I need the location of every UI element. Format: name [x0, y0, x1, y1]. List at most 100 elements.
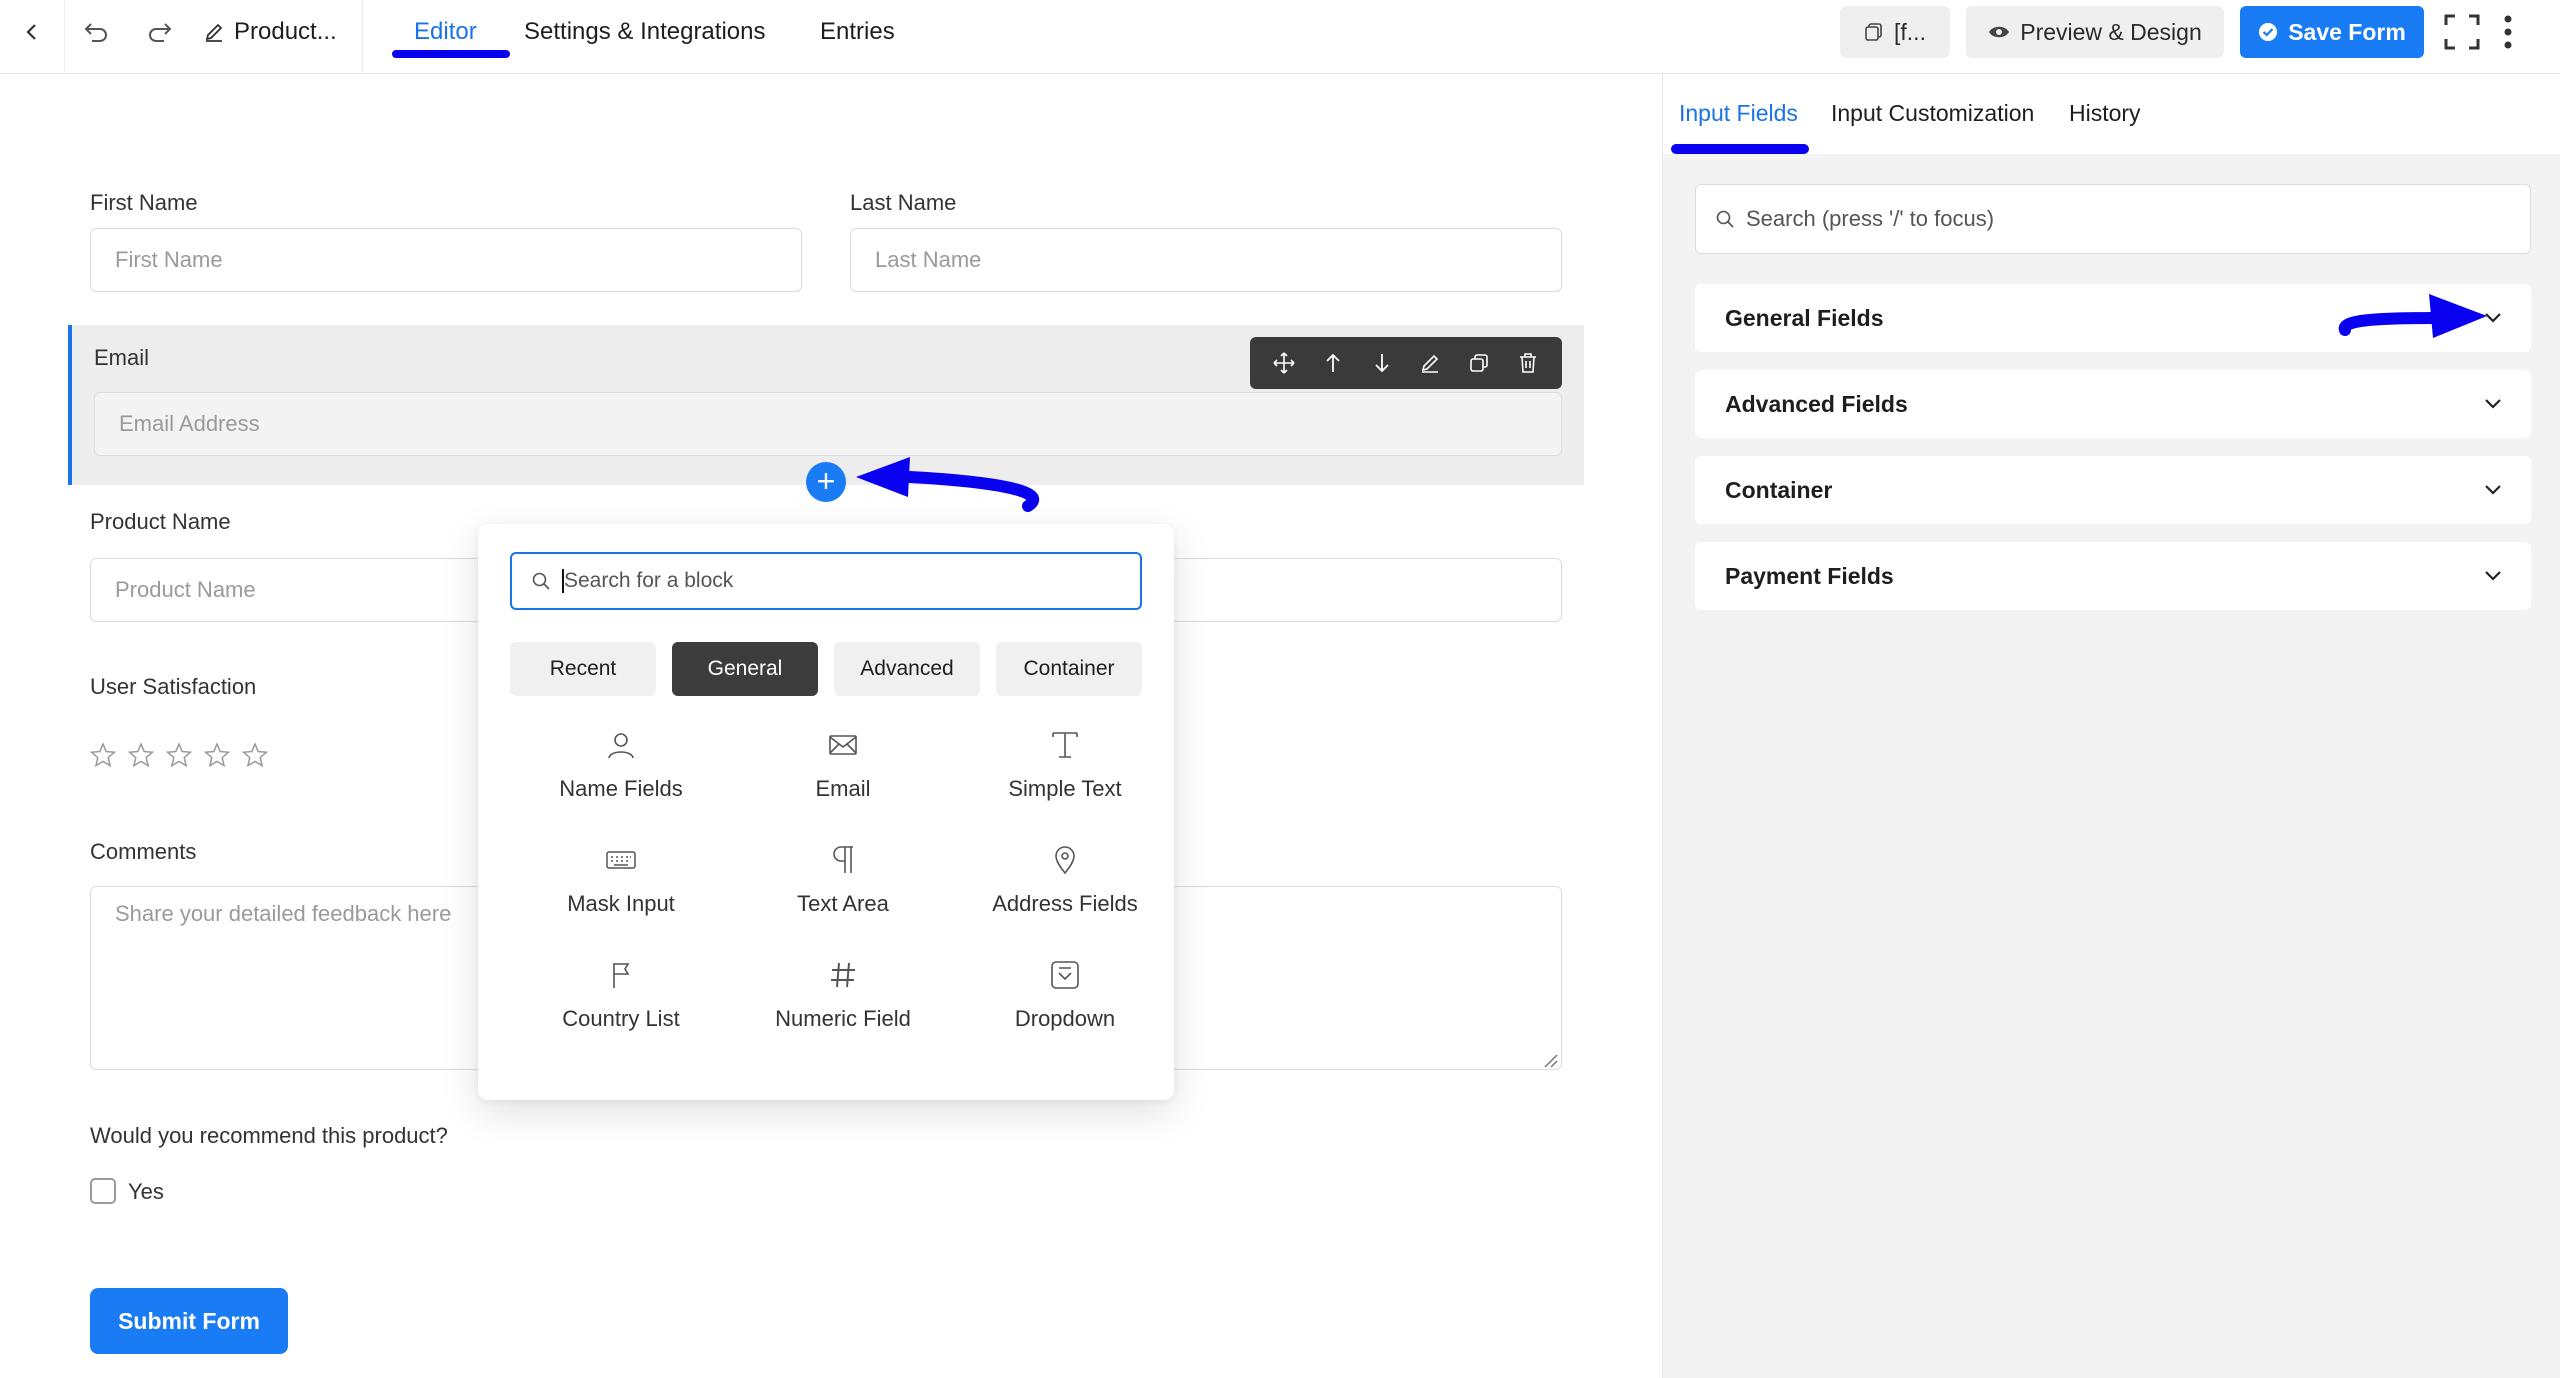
trash-icon[interactable]	[1513, 348, 1543, 378]
block-numeric-field[interactable]: Numeric Field	[732, 958, 954, 1048]
chevron-down-icon	[2485, 399, 2501, 409]
star-icon[interactable]	[241, 742, 269, 768]
text-cursor-icon	[1048, 728, 1082, 762]
keyboard-icon	[604, 843, 638, 877]
accordion-advanced-fields[interactable]: Advanced Fields	[1695, 370, 2531, 438]
category-advanced[interactable]: Advanced	[834, 642, 980, 696]
accordion-label: Payment Fields	[1725, 562, 1894, 589]
user-satisfaction-label: User Satisfaction	[90, 674, 257, 699]
kebab-menu-icon	[2504, 15, 2512, 49]
comments-label: Comments	[90, 839, 197, 864]
block-label: Address Fields	[992, 891, 1138, 916]
star-icon[interactable]	[127, 742, 155, 768]
category-recent[interactable]: Recent	[510, 642, 656, 696]
edit-icon[interactable]	[1415, 348, 1445, 378]
chevron-down-icon	[2485, 571, 2501, 581]
accordion-label: General Fields	[1725, 304, 1884, 331]
annotation-arrow-right-icon	[2338, 294, 2487, 338]
chevron-left-icon	[26, 24, 36, 40]
shortcode-label: [f...	[1894, 18, 1926, 45]
accordion-container[interactable]: Container	[1695, 456, 2531, 524]
block-name-fields[interactable]: Name Fields	[510, 728, 732, 818]
check-circle-icon	[2259, 23, 2278, 41]
block-dropdown[interactable]: Dropdown	[954, 958, 1176, 1048]
block-label: Email	[815, 776, 871, 801]
redo-button[interactable]	[130, 0, 190, 64]
search-icon	[1716, 210, 1734, 228]
block-country-list[interactable]: Country List	[510, 958, 732, 1048]
block-text-area[interactable]: Text Area	[732, 843, 954, 933]
submit-form-button[interactable]: Submit Form	[90, 1288, 288, 1354]
annotation-arrow-left-icon	[856, 457, 1040, 512]
dropdown-icon	[1048, 958, 1082, 992]
star-icon[interactable]	[165, 742, 193, 768]
sidebar-tabs: Input Fields Input Customization History	[1663, 74, 2560, 154]
tab-history[interactable]: History	[2069, 100, 2141, 127]
tab-input-fields[interactable]: Input Fields	[1679, 100, 1798, 127]
undo-icon	[84, 23, 107, 42]
shortcode-button[interactable]: [f...	[1840, 6, 1950, 58]
tab-entries[interactable]: Entries	[820, 0, 895, 64]
form-builder-app: Product... Editor Settings & Integration…	[0, 0, 2560, 1378]
form-title-text: Product...	[234, 18, 337, 45]
star-icon[interactable]	[89, 742, 117, 768]
recommend-yes-label: Yes	[128, 1179, 164, 1204]
preview-design-button[interactable]: Preview & Design	[1966, 6, 2224, 58]
field-search-placeholder: Search (press '/' to focus)	[1746, 206, 1995, 231]
recommend-yes-checkbox[interactable]	[90, 1178, 116, 1204]
eye-icon	[1989, 26, 2010, 38]
block-label: Name Fields	[559, 776, 683, 801]
first-name-label: First Name	[90, 190, 198, 215]
block-mask-input[interactable]: Mask Input	[510, 843, 732, 933]
divider	[64, 0, 65, 72]
category-general[interactable]: General	[672, 642, 818, 696]
arrow-up-icon[interactable]	[1318, 348, 1348, 378]
fullscreen-button[interactable]	[2436, 0, 2488, 64]
accordion-label: Container	[1725, 476, 1833, 503]
block-label: Simple Text	[1008, 776, 1122, 801]
form-title[interactable]: Product...	[204, 0, 337, 64]
add-block-button[interactable]: +	[806, 462, 846, 502]
search-icon	[532, 572, 550, 590]
accordion-label: Advanced Fields	[1725, 390, 1908, 417]
block-simple-text[interactable]: Simple Text	[954, 728, 1176, 818]
block-label: Numeric Field	[775, 1006, 911, 1031]
tab-settings-integrations[interactable]: Settings & Integrations	[524, 0, 765, 64]
top-bar: Product... Editor Settings & Integration…	[0, 0, 2560, 74]
more-options-button[interactable]	[2494, 0, 2522, 64]
tab-input-customization[interactable]: Input Customization	[1831, 100, 2034, 127]
flag-icon	[604, 958, 638, 992]
accordion-payment-fields[interactable]: Payment Fields	[1695, 542, 2531, 610]
last-name-label: Last Name	[850, 190, 957, 215]
editor-tab-underline	[392, 50, 510, 58]
move-icon[interactable]	[1269, 348, 1299, 378]
star-icon[interactable]	[203, 742, 231, 768]
field-search-input[interactable]: Search (press '/' to focus)	[1695, 184, 2531, 254]
email-input[interactable]: Email Address	[94, 392, 1562, 456]
redo-icon	[149, 23, 172, 42]
save-form-button[interactable]: Save Form	[2240, 6, 2424, 58]
block-label: Country List	[562, 1006, 680, 1031]
pilcrow-icon	[826, 843, 860, 877]
block-email[interactable]: Email	[732, 728, 954, 818]
user-icon	[604, 728, 638, 762]
block-address-fields[interactable]: Address Fields	[954, 843, 1176, 933]
right-sidebar: Input Fields Input Customization History…	[1662, 74, 2560, 1378]
first-name-input[interactable]: First Name	[90, 228, 802, 292]
category-container[interactable]: Container	[996, 642, 1142, 696]
star-rating[interactable]	[89, 742, 269, 768]
pencil-icon	[205, 23, 223, 42]
arrow-down-icon[interactable]	[1367, 348, 1397, 378]
input-fields-tab-underline	[1671, 144, 1809, 154]
divider	[362, 0, 363, 72]
undo-button[interactable]	[66, 0, 126, 64]
hash-icon	[826, 958, 860, 992]
block-search-input[interactable]: Search for a block	[510, 552, 1142, 610]
back-button[interactable]	[0, 0, 64, 64]
resize-handle-icon[interactable]	[1540, 1050, 1558, 1068]
product-name-label: Product Name	[90, 509, 231, 534]
save-form-label: Save Form	[2288, 18, 2406, 45]
email-label: Email	[94, 345, 150, 370]
duplicate-icon[interactable]	[1464, 348, 1494, 378]
last-name-input[interactable]: Last Name	[850, 228, 1562, 292]
